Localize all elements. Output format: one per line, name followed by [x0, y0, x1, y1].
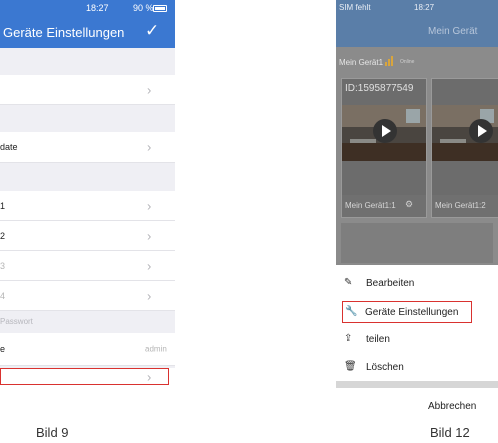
nav-bar: Mein Gerät	[336, 16, 498, 47]
pencil-icon: ✎	[344, 277, 353, 288]
camera-card[interactable]: ID:1595877549 Mein Gerät1:1 ⚙	[341, 78, 427, 218]
status-bar: 18:27 90 %	[0, 0, 175, 17]
checkmark-icon[interactable]: ✓	[145, 21, 159, 41]
share-label: teilen	[366, 334, 390, 345]
settings-row-3[interactable]: 3 ›	[0, 251, 175, 281]
row-value: admin	[145, 344, 167, 354]
highlight-box	[0, 368, 169, 385]
status-time: 18:27	[414, 3, 435, 12]
camera-name: Mein Gerät1:2	[435, 201, 486, 210]
chevron-right-icon: ›	[147, 139, 152, 155]
status-time: 18:27	[86, 3, 109, 13]
row-label: 2	[0, 230, 6, 241]
row-label: 4	[0, 290, 6, 301]
nav-bar: Geräte Einstellungen ✓	[0, 17, 175, 48]
delete-label: Löschen	[366, 362, 404, 373]
card-footer: Mein Gerät1:2	[432, 195, 498, 217]
section-header	[0, 163, 175, 191]
section-label: Passwort	[0, 317, 33, 326]
camera-name: Mein Gerät1:1	[345, 201, 396, 210]
status-bar: SIM fehlt 18:27	[336, 0, 498, 16]
cancel-button[interactable]: Abbrechen	[336, 391, 498, 421]
action-sheet: ✎ Bearbeiten 🔧 Geräte Einstellungen ⇪ te…	[336, 265, 498, 425]
battery-icon	[153, 5, 167, 12]
trash-icon: 🗑	[344, 361, 357, 372]
caption-bild-9: Bild 9	[36, 425, 69, 440]
online-status: Online	[400, 59, 415, 65]
battery-percent: 90 %	[133, 3, 154, 13]
page-title: Geräte Einstellungen	[3, 25, 125, 40]
play-icon[interactable]	[469, 119, 493, 143]
chevron-right-icon: ›	[147, 82, 152, 97]
signal-icon	[385, 56, 399, 66]
gear-icon[interactable]: ⚙	[405, 199, 413, 210]
row-label: 1	[0, 200, 6, 211]
screen-bottom	[0, 385, 175, 423]
share-button[interactable]: ⇪ teilen	[336, 329, 498, 351]
card-footer: Mein Gerät1:1 ⚙	[342, 195, 426, 217]
chevron-right-icon: ›	[147, 258, 152, 273]
edit-label: Bearbeiten	[366, 278, 415, 289]
edit-button[interactable]: ✎ Bearbeiten	[336, 273, 498, 295]
caption-bild-12: Bild 12	[430, 425, 470, 440]
sim-status: SIM fehlt	[339, 3, 371, 12]
page-title: Mein Gerät	[428, 26, 478, 37]
chevron-right-icon: ›	[147, 288, 152, 303]
device-settings-label: Geräte Einstellungen	[365, 307, 459, 318]
settings-row-1[interactable]: 1 ›	[0, 191, 175, 221]
divider	[336, 381, 498, 388]
share-icon: ⇪	[344, 333, 353, 344]
delete-button[interactable]: 🗑 Löschen	[336, 357, 498, 379]
device-title: Mein Gerät1	[339, 58, 384, 67]
settings-row-admin[interactable]: e admin	[0, 333, 175, 366]
row-label: date	[0, 142, 18, 152]
settings-row[interactable]: ›	[0, 75, 175, 105]
settings-row-4[interactable]: 4 ›	[0, 281, 175, 311]
section-header	[0, 48, 175, 75]
chevron-right-icon: ›	[147, 198, 152, 213]
settings-row-2[interactable]: 2 ›	[0, 221, 175, 251]
section-header	[0, 105, 175, 132]
cancel-label: Abbrechen	[428, 401, 477, 412]
settings-row-date[interactable]: date ›	[0, 132, 175, 163]
settings-screen: 18:27 90 % Geräte Einstellungen ✓ › date…	[0, 0, 175, 423]
camera-id: ID:1595877549	[345, 83, 414, 94]
device-list: Mein Gerät1 Online ID:1595877549 Mein Ge…	[336, 47, 498, 263]
row-label: e	[0, 344, 6, 354]
row-label: 3	[0, 260, 6, 271]
device-screen: SIM fehlt 18:27 Mein Gerät Mein Gerät1 O…	[336, 0, 498, 425]
empty-panel	[341, 223, 493, 263]
play-icon[interactable]	[373, 119, 397, 143]
section-header-password: Passwort	[0, 311, 175, 333]
chevron-right-icon: ›	[147, 228, 152, 243]
device-settings-button[interactable]: 🔧 Geräte Einstellungen	[342, 301, 472, 323]
wrench-icon: 🔧	[345, 306, 358, 317]
camera-card[interactable]: Mein Gerät1:2	[431, 78, 498, 218]
